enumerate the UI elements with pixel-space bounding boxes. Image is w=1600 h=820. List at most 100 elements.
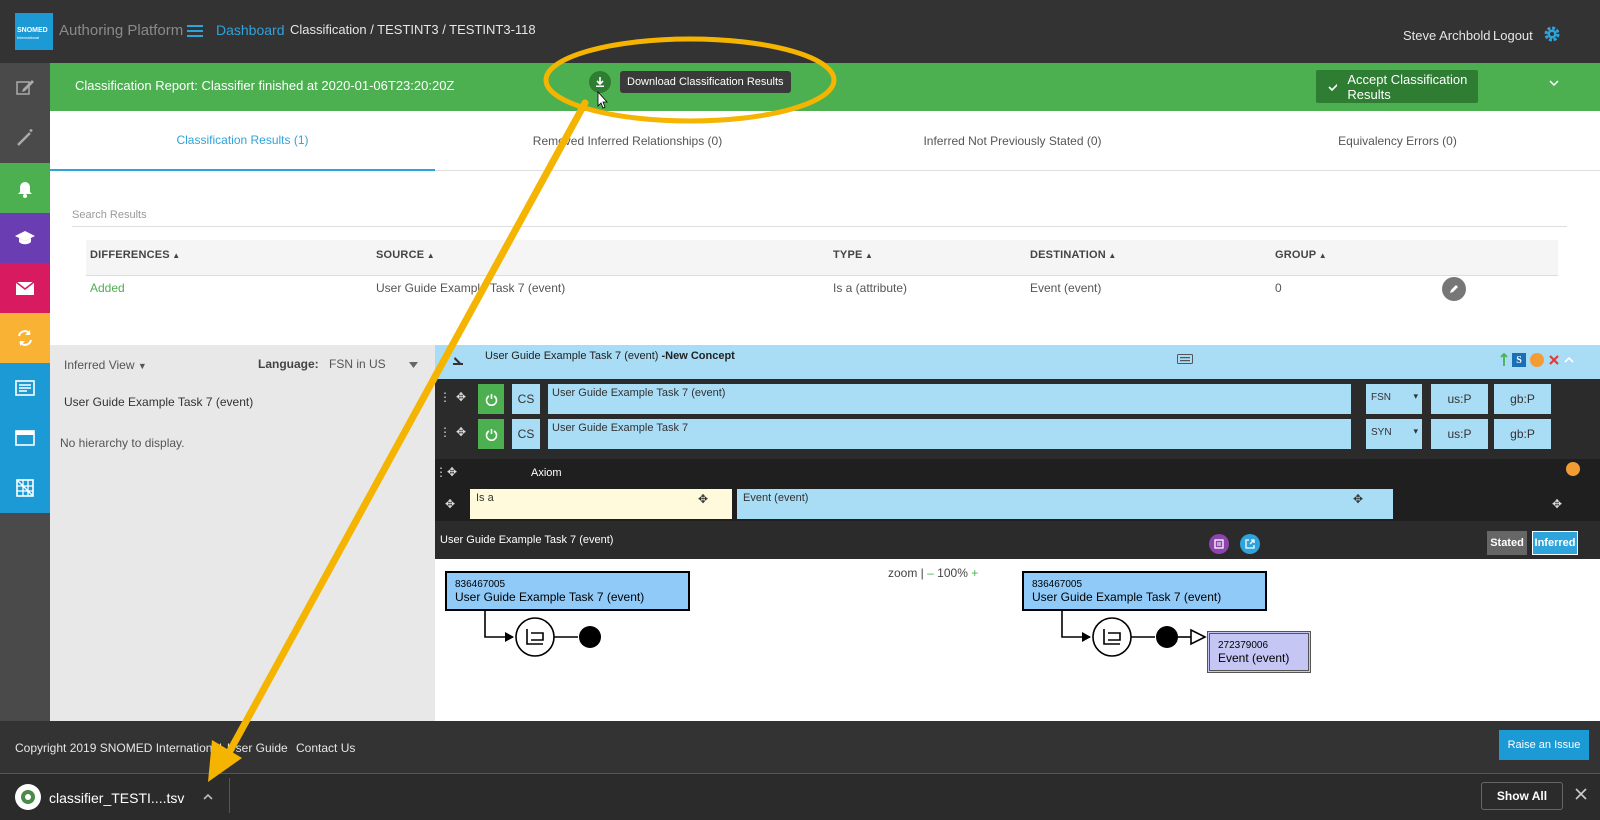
- bell-icon: [18, 182, 32, 198]
- collapse-panel-icon[interactable]: ‹: [420, 392, 424, 406]
- search-results-input[interactable]: [72, 203, 1567, 227]
- sidebar-item-list[interactable]: [0, 363, 50, 413]
- hamburger-menu-icon[interactable]: [187, 24, 203, 38]
- arrow-up-icon[interactable]: [1500, 353, 1508, 367]
- taxonomy-concept-item[interactable]: User Guide Example Task 7 (event): [64, 395, 253, 409]
- shelf-divider: [229, 778, 230, 813]
- row-destination: Event (event): [1030, 281, 1102, 295]
- keyboard-icon[interactable]: [1177, 354, 1193, 364]
- language-select[interactable]: FSN in US: [329, 357, 386, 371]
- chevron-up-icon[interactable]: [203, 793, 213, 800]
- download-results-button[interactable]: [589, 71, 611, 93]
- move-icon[interactable]: ✥: [1353, 492, 1363, 506]
- magic-wand-icon: [17, 129, 33, 146]
- relationship-type-field[interactable]: Is a: [470, 489, 732, 519]
- status-dot-icon[interactable]: [1530, 353, 1544, 367]
- app-title: Authoring Platform: [59, 22, 184, 39]
- case-significance-button[interactable]: CS: [512, 384, 540, 414]
- sidebar-item-grid[interactable]: [0, 463, 50, 513]
- chevron-up-icon[interactable]: [1564, 356, 1574, 364]
- concept-editor-title: User Guide Example Task 7 (event) -New C…: [485, 350, 735, 362]
- description-term-field[interactable]: User Guide Example Task 7: [548, 419, 1351, 449]
- us-acceptability-button[interactable]: us:P: [1431, 384, 1488, 414]
- downloaded-file-name[interactable]: classifier_TESTI....tsv: [49, 790, 184, 806]
- contact-us-link[interactable]: Contact Us: [296, 741, 355, 755]
- row-type: Is a (attribute): [833, 281, 908, 295]
- us-acceptability-button[interactable]: us:P: [1431, 419, 1488, 449]
- gb-acceptability-button[interactable]: gb:P: [1494, 384, 1551, 414]
- column-header-differences[interactable]: DIFFERENCES: [90, 249, 180, 261]
- check-icon: [1328, 82, 1338, 91]
- move-icon[interactable]: ✥: [456, 425, 466, 439]
- sidebar-item-layout[interactable]: [0, 413, 50, 463]
- column-header-source[interactable]: SOURCE: [376, 249, 435, 261]
- move-icon[interactable]: ✥: [698, 492, 708, 506]
- power-icon: [485, 428, 497, 441]
- zoom-out-button[interactable]: –: [927, 566, 934, 580]
- close-icon[interactable]: [1575, 788, 1587, 800]
- downloaded-file-item[interactable]: [15, 784, 41, 810]
- move-icon[interactable]: ✥: [1552, 497, 1562, 511]
- active-toggle-button[interactable]: [478, 419, 504, 449]
- drag-handle-icon[interactable]: ⋮: [435, 465, 447, 479]
- language-label: Language:: [258, 357, 319, 371]
- move-icon[interactable]: ✥: [456, 390, 466, 404]
- tab-equivalency-errors[interactable]: Equivalency Errors (0): [1205, 111, 1590, 171]
- sidebar-item-envelope[interactable]: [0, 263, 50, 313]
- tab-inferred-not-stated[interactable]: Inferred Not Previously Stated (0): [820, 111, 1205, 171]
- book-icon[interactable]: [1209, 534, 1229, 554]
- move-icon[interactable]: ✥: [445, 497, 455, 511]
- inferred-view-dropdown[interactable]: Inferred View ▼: [64, 358, 147, 372]
- graduation-cap-icon: [15, 231, 35, 245]
- external-link-icon[interactable]: [1240, 534, 1260, 554]
- gear-icon[interactable]: [1543, 25, 1561, 43]
- tab-removed-inferred[interactable]: Removed Inferred Relationships (0): [435, 111, 820, 171]
- pin-icon[interactable]: [452, 355, 464, 367]
- accept-classification-button[interactable]: Accept Classification Results: [1316, 70, 1478, 103]
- list-icon: [15, 380, 35, 396]
- sidebar-item-graduation-cap[interactable]: [0, 213, 50, 263]
- accept-classification-label: Accept Classification Results: [1347, 71, 1468, 102]
- sidebar-item-sync[interactable]: [0, 313, 50, 363]
- axiom-status-dot-icon[interactable]: [1566, 462, 1580, 476]
- drag-handle-icon[interactable]: ⋮: [439, 390, 451, 404]
- show-all-downloads-button[interactable]: Show All: [1481, 782, 1563, 810]
- logout-link[interactable]: Logout: [1493, 28, 1533, 43]
- column-header-destination[interactable]: DESTINATION: [1030, 249, 1117, 261]
- drag-handle-icon[interactable]: ⋮: [439, 425, 451, 439]
- edit-row-button[interactable]: [1442, 277, 1466, 301]
- logo-subtext: International: [17, 35, 40, 40]
- tab-classification-results[interactable]: Classification Results (1): [50, 111, 435, 171]
- breadcrumb-dashboard-link[interactable]: Dashboard: [216, 22, 285, 38]
- case-significance-button[interactable]: CS: [512, 419, 540, 449]
- s-badge[interactable]: S: [1512, 353, 1526, 367]
- raise-issue-button[interactable]: Raise an Issue: [1499, 730, 1589, 760]
- active-toggle-button[interactable]: [478, 384, 504, 414]
- edit-icon: [16, 80, 34, 95]
- layout-icon: [15, 430, 35, 446]
- diagram-concept-box[interactable]: 836467005 User Guide Example Task 7 (eve…: [445, 571, 690, 611]
- description-type-select[interactable]: SYN: [1366, 419, 1422, 449]
- snomed-logo[interactable]: SNOMED International: [15, 13, 53, 50]
- diagram-target-concept-box[interactable]: 272379006 Event (event): [1207, 631, 1311, 673]
- caret-down-icon[interactable]: [409, 362, 418, 368]
- description-type-select[interactable]: FSN: [1366, 384, 1422, 414]
- user-guide-link[interactable]: User Guide: [227, 741, 288, 755]
- zoom-in-button[interactable]: +: [971, 566, 978, 580]
- relationship-destination-field[interactable]: Event (event): [737, 489, 1393, 519]
- diagram-concept-box[interactable]: 836467005 User Guide Example Task 7 (eve…: [1022, 571, 1267, 611]
- sidebar-item-magic-wand[interactable]: [0, 113, 50, 163]
- stated-view-button[interactable]: Stated: [1487, 531, 1527, 555]
- chevron-down-icon[interactable]: [1549, 80, 1559, 86]
- description-term-field[interactable]: User Guide Example Task 7 (event): [548, 384, 1351, 414]
- axiom-header: [435, 459, 1600, 489]
- column-header-type[interactable]: TYPE: [833, 249, 873, 261]
- sidebar-item-edit[interactable]: [0, 63, 50, 113]
- sidebar-item-bell[interactable]: [0, 163, 50, 213]
- close-icon[interactable]: [1548, 354, 1560, 366]
- sync-icon: [18, 330, 32, 346]
- gb-acceptability-button[interactable]: gb:P: [1494, 419, 1551, 449]
- move-icon[interactable]: ✥: [447, 465, 457, 479]
- column-header-group[interactable]: GROUP: [1275, 249, 1327, 261]
- inferred-view-button[interactable]: Inferred: [1532, 531, 1578, 555]
